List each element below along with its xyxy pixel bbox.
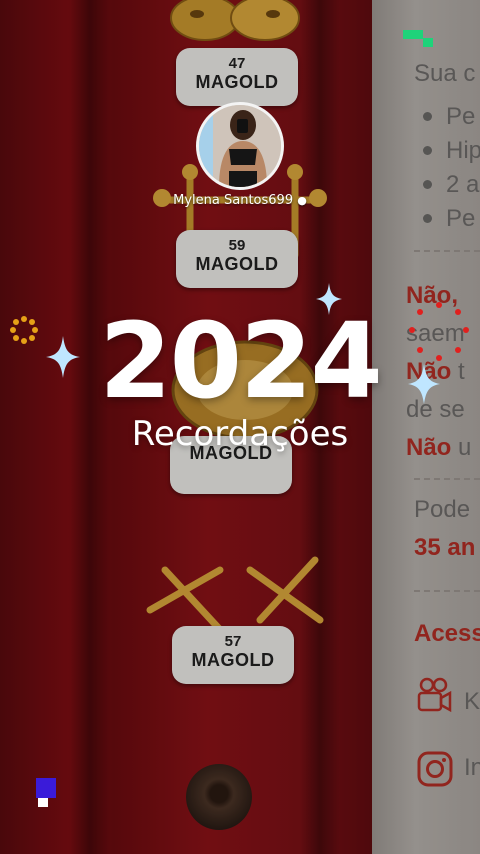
profile-username[interactable]: Mylena Santos699 ● [0, 193, 480, 208]
red-dot-ring-icon [409, 302, 469, 361]
sparkle-icon [316, 283, 342, 315]
gold-dot-ring-icon [10, 316, 38, 344]
username-text: Mylena Santos699 [173, 193, 294, 208]
green-pixel-decoration [423, 38, 433, 47]
blue-pixel-decoration [36, 778, 56, 798]
sparkle-icon [408, 364, 440, 404]
apple-icon: ● [297, 194, 307, 207]
story-viewer[interactable]: Sua c Pe Hip 2 a Pe Não, saem Não t de s… [0, 0, 480, 854]
avatar[interactable] [196, 102, 284, 190]
sparkle-icon [46, 336, 80, 378]
white-pixel-decoration [38, 798, 48, 807]
story-subtitle: Recordações [131, 414, 349, 454]
avatar-photo [199, 105, 281, 187]
green-pixel-decoration [403, 30, 423, 39]
